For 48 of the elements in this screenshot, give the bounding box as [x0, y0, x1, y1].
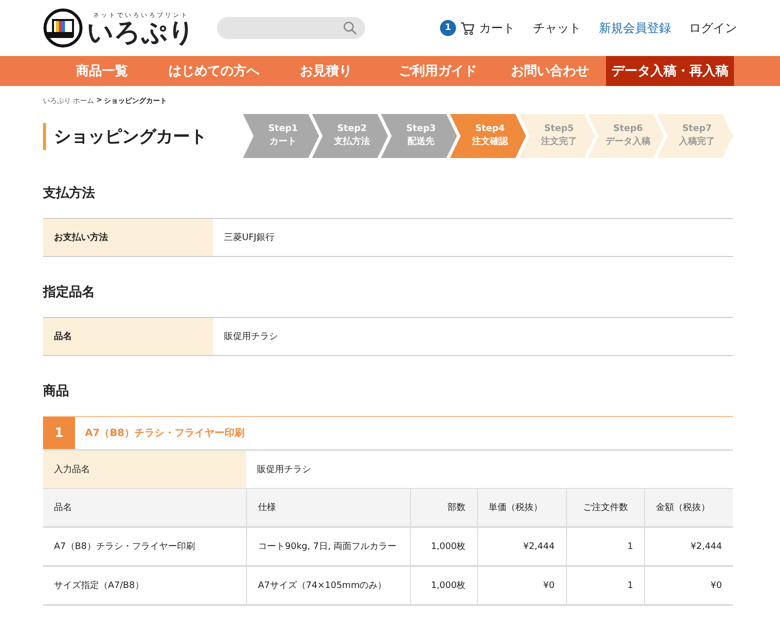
column-header: 品名 — [43, 489, 246, 527]
column-header: ご注文件数 — [566, 489, 645, 527]
table-cell: サイズ指定（A7/B8） — [43, 566, 246, 605]
progress-step: Step6 データ入稿 — [588, 114, 664, 158]
section-heading: 支払方法 — [43, 184, 96, 202]
header-link[interactable]: ログイン — [689, 20, 737, 36]
table-cell-text: 販促用チラシ — [223, 331, 279, 344]
table-cell: 1,000枚 — [410, 527, 478, 566]
search-icon[interactable] — [343, 21, 357, 35]
progress-step: Step5 注文完了 — [519, 114, 595, 158]
table-cell: 1 — [566, 527, 645, 566]
header-link[interactable]: チャット — [533, 20, 581, 36]
table-cell-text: 販促用チラシ — [256, 464, 312, 477]
table-cell: 1 — [566, 566, 645, 605]
column-header: 金額（税抜） — [644, 489, 733, 527]
item-number: 1 — [43, 417, 75, 449]
progress-step: Step7 入稿完了 — [657, 114, 733, 158]
table-cell: ¥2,444 — [477, 527, 566, 566]
item-title: A7（B8）チラシ・フライヤー印刷 — [85, 426, 244, 440]
progress-step: Step3 配送先 — [381, 114, 457, 158]
printer-logo-icon — [43, 8, 83, 48]
column-header: 仕様 — [246, 489, 410, 527]
table-cell: 入力品名 — [43, 451, 246, 488]
table-cell: ¥0 — [477, 566, 566, 605]
table-cell: 品名 — [43, 318, 213, 355]
table-cell: コート90kg, 7日, 両面フルカラー — [246, 527, 410, 566]
progress-step: Step4 注文確認 — [450, 114, 526, 158]
section-heading: 指定品名 — [43, 284, 96, 301]
table-cell: A7サイズ（74×105mmのみ） — [246, 566, 410, 605]
table-cell: A7（B8）チラシ・フライヤー印刷 — [43, 527, 246, 566]
progress-step: Step1 カート — [243, 114, 319, 158]
table-cell: ¥2,444 — [644, 527, 733, 566]
nav-item[interactable]: データ入稿・再入稿 — [606, 56, 734, 86]
cart-count-badge: 1 — [440, 20, 456, 36]
column-header: 単価（税抜） — [477, 489, 566, 527]
table-cell: ¥0 — [644, 566, 733, 605]
progress-step: Step2 支払方法 — [312, 114, 388, 158]
page-title: ショッピングカート — [43, 122, 207, 150]
header-link[interactable]: 新規会員登録 — [599, 20, 671, 36]
table-cell: お支払い方法 — [43, 219, 213, 256]
cart-icon[interactable] — [460, 20, 475, 36]
search-field[interactable] — [217, 17, 365, 39]
table-cell: 1,000枚 — [410, 566, 478, 605]
section-heading: 商品 — [43, 382, 70, 400]
cart-link[interactable]: カート — [479, 20, 515, 36]
table-cell-text: 三菱UFJ銀行 — [223, 232, 276, 245]
column-header: 部数 — [410, 489, 478, 527]
logo-wordmark: いろぷり — [87, 20, 195, 46]
